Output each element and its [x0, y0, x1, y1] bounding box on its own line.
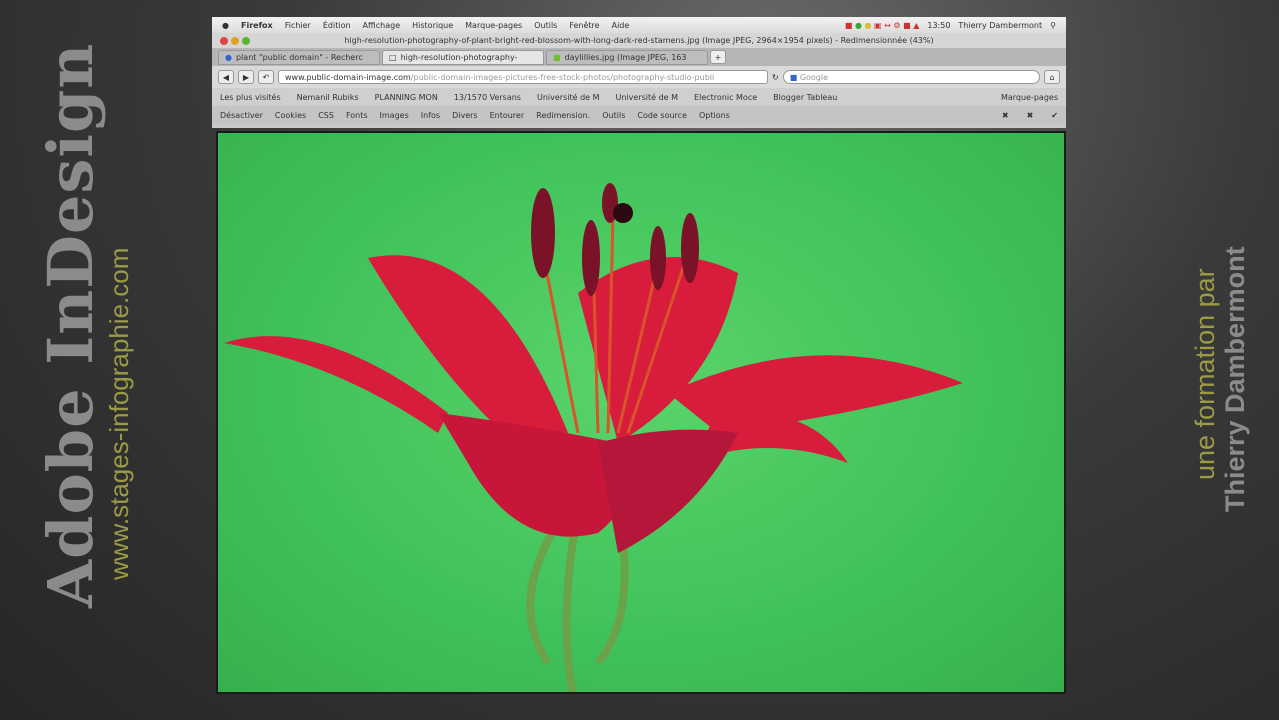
tab-daylillies[interactable]: ■ daylillies.jpg (Image JPEG, 163	[546, 49, 708, 65]
bookmark[interactable]: Les plus visités	[220, 93, 281, 102]
menu-outils[interactable]: Outils	[534, 21, 557, 30]
dev-images[interactable]: Images	[380, 111, 409, 120]
formation-par-text: une formation par	[1190, 268, 1220, 480]
dev-options[interactable]: Options	[699, 111, 730, 120]
menu-aide[interactable]: Aide	[612, 21, 630, 30]
bookmarks-menu[interactable]: Marque-pages	[1001, 93, 1058, 102]
search-placeholder: Google	[799, 72, 829, 82]
dev-fonts[interactable]: Fonts	[346, 111, 368, 120]
history-button[interactable]: ↶	[258, 70, 274, 84]
dev-redimension[interactable]: Redimension.	[536, 111, 590, 120]
dev-code-source[interactable]: Code source	[637, 111, 687, 120]
bookmarks-bar: Les plus visités Nemanil Rubiks PLANNING…	[212, 88, 1066, 106]
title-bar: high-resolution-photography-of-plant-bri…	[212, 33, 1066, 48]
dev-divers[interactable]: Divers	[452, 111, 478, 120]
home-button[interactable]: ⌂	[1044, 70, 1060, 84]
adobe-indesign-title: Adobe InDesign	[34, 42, 107, 608]
bookmark[interactable]: Electronic Moce	[694, 93, 757, 102]
error-icon[interactable]: ✖	[1002, 111, 1009, 120]
minimize-button[interactable]	[231, 36, 239, 45]
navigation-bar: ◀ ▶ ↶ www.public-domain-image.com/public…	[212, 66, 1066, 88]
check-icon[interactable]: ✔	[1051, 111, 1058, 120]
tab-bar: ● plant "public domain" - Recherc □ high-r…	[212, 48, 1066, 66]
window-title: high-resolution-photography-of-plant-bri…	[344, 36, 934, 45]
bookmark[interactable]: 13/1570 Versans	[454, 93, 521, 102]
menu-historique[interactable]: Historique	[412, 21, 453, 30]
user-name[interactable]: Thierry Dambermont	[958, 21, 1042, 30]
bookmark[interactable]: Université de M	[537, 93, 600, 102]
bookmark[interactable]: Université de M	[616, 93, 679, 102]
url-path: /public-domain-images-pictures-free-stoc…	[410, 72, 715, 82]
url-field[interactable]: www.public-domain-image.com/public-domai…	[278, 70, 768, 84]
web-developer-toolbar: Désactiver Cookies CSS Fonts Images Info…	[212, 106, 1066, 124]
reload-icon[interactable]: ↻	[772, 73, 779, 82]
menu-fenetre[interactable]: Fenêtre	[569, 21, 599, 30]
red-lily-flower	[224, 183, 963, 692]
close-button[interactable]	[220, 36, 228, 45]
dev-css[interactable]: CSS	[318, 111, 334, 120]
status-icons[interactable]: ■ ● ● ▣ ↔ ⚙ ■ ▲	[845, 21, 919, 30]
forward-button[interactable]: ▶	[238, 70, 254, 84]
clock: 13:50	[927, 20, 951, 30]
dev-desactiver[interactable]: Désactiver	[220, 111, 263, 120]
warning-icon[interactable]: ✖	[1027, 111, 1034, 120]
menu-affichage[interactable]: Affichage	[363, 21, 401, 30]
dev-infos[interactable]: Infos	[421, 111, 440, 120]
mac-menubar: ● Firefox Fichier Édition Affichage Hist…	[212, 17, 1066, 33]
author-name: Thierry Dambermont	[1220, 246, 1250, 512]
dev-outils[interactable]: Outils	[602, 111, 625, 120]
spotlight-icon[interactable]: ⚲	[1050, 21, 1056, 30]
url-domain: www.public-domain-image.com	[285, 72, 411, 82]
back-button[interactable]: ◀	[218, 70, 234, 84]
website-url-text: www.stages-infographie.com	[104, 247, 134, 580]
menu-firefox[interactable]: Firefox	[241, 21, 273, 30]
new-tab-button[interactable]: +	[710, 50, 726, 64]
bookmark[interactable]: Nemanil Rubiks	[297, 93, 359, 102]
tab-label: daylillies.jpg (Image JPEG, 163	[564, 52, 687, 62]
tab-label: plant "public domain" - Recherc	[235, 52, 363, 62]
bookmark[interactable]: Blogger Tableau	[773, 93, 837, 102]
tab-photo[interactable]: □ high-resolution-photography-	[382, 49, 544, 65]
dev-cookies[interactable]: Cookies	[275, 111, 306, 120]
bookmark[interactable]: PLANNING MON	[375, 93, 438, 102]
menu-marque-pages[interactable]: Marque-pages	[465, 21, 522, 30]
menu-edition[interactable]: Édition	[323, 21, 351, 30]
zoom-button[interactable]	[242, 36, 250, 45]
lily-photo	[216, 131, 1066, 694]
search-field[interactable]: ■ Google	[782, 70, 1040, 84]
tab-label: high-resolution-photography-	[400, 52, 518, 62]
menu-fichier[interactable]: Fichier	[285, 21, 311, 30]
tab-search[interactable]: ● plant "public domain" - Recherc	[218, 49, 380, 65]
browser-window: ● Firefox Fichier Édition Affichage Hist…	[212, 17, 1066, 128]
dev-entourer[interactable]: Entourer	[490, 111, 525, 120]
apple-icon[interactable]: ●	[222, 21, 229, 30]
